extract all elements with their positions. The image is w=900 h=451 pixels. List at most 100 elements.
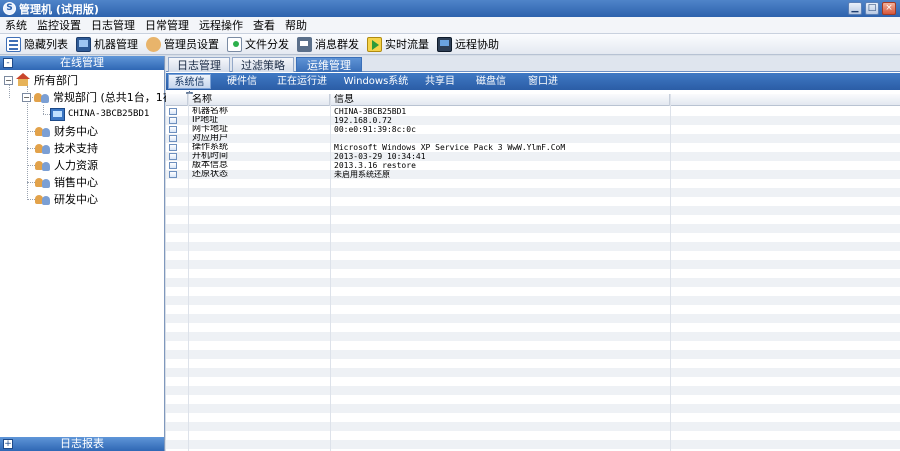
remote-assist-label: 远程协助 [455, 38, 499, 51]
table-row[interactable]: 还原状态 未启用系统还原 [166, 170, 900, 179]
tree-node-tech-support[interactable]: 技术支持 [35, 140, 98, 156]
row-selector-icon[interactable] [169, 126, 177, 133]
group-icon [35, 159, 51, 172]
table-row[interactable]: 网卡地址 00:e0:91:39:8c:0c [166, 125, 900, 134]
table-row[interactable]: IP地址 192.168.0.72 [166, 116, 900, 125]
file-distribution-button[interactable]: 文件分发 [225, 35, 295, 54]
group-icon [35, 176, 51, 189]
cell-name: 开机时间 [192, 152, 229, 161]
table-row[interactable]: 操作系统 Microsoft Windows XP Service Pack 3 … [166, 143, 900, 152]
department-tree: − 所有部门 − 常规部门 (总共1台，1在线) CHINA-3BCB25BD1… [0, 70, 189, 436]
empty-row [166, 368, 900, 377]
online-management-title: 在线管理 [60, 56, 104, 69]
menu-monitor-settings[interactable]: 监控设置 [32, 17, 86, 34]
sub-tab-bar: 系统信息 硬件信息 正在运行进程 Windows系统服务 共享目录 磁盘信息 窗… [166, 73, 900, 103]
collapse-icon[interactable]: - [3, 58, 13, 68]
table-row[interactable]: 开机时间 2013-03-29 10:34:41 [166, 152, 900, 161]
window-title: 管理机 (试用版) [19, 2, 99, 16]
tab-filter-policy[interactable]: 过滤策略 [232, 57, 294, 72]
left-panel: - 在线管理 − 所有部门 − 常规部门 (总共1台，1在线) CHINA-3B… [0, 56, 189, 451]
file-distribution-label: 文件分发 [245, 38, 289, 51]
subtab-shared-folders[interactable]: 共享目录 [419, 74, 461, 102]
row-selector-icon[interactable] [169, 135, 177, 142]
tree-label-root: 所有部门 [34, 74, 78, 87]
group-icon [35, 125, 51, 138]
subtab-running-processes[interactable]: 正在运行进程 [272, 74, 332, 102]
table-row[interactable]: 机器名称 CHINA-3BCB25BD1 [166, 107, 900, 116]
close-icon[interactable]: × [882, 2, 896, 15]
empty-row [166, 296, 900, 305]
menu-log-management[interactable]: 日志管理 [86, 17, 140, 34]
grid-header-name[interactable]: 名称 [188, 94, 330, 106]
subtab-disk-info[interactable]: 磁盘信息 [470, 74, 512, 102]
cell-info: 2013.3.16 restore [334, 161, 416, 170]
maximize-icon[interactable]: □ [865, 2, 879, 15]
cell-name: 还原状态 [192, 170, 229, 179]
broadcast-message-label: 消息群发 [315, 38, 359, 51]
row-selector-icon[interactable] [169, 108, 177, 115]
monitor-icon [76, 36, 91, 52]
table-row[interactable]: 对应用户 [166, 134, 900, 143]
tree-label-machine: CHINA-3BCB25BD1 [68, 109, 150, 119]
menu-remote-operation[interactable]: 远程操作 [194, 17, 248, 34]
table-row[interactable]: 版本信息 2013.3.16 restore [166, 161, 900, 170]
empty-row [166, 233, 900, 242]
row-selector-icon[interactable] [169, 153, 177, 160]
cell-info: 未启用系统还原 [334, 170, 390, 179]
tree-node-sales[interactable]: 销售中心 [35, 174, 98, 190]
empty-row [166, 386, 900, 395]
empty-row [166, 224, 900, 233]
grid-header-info[interactable]: 信息 [330, 94, 670, 106]
empty-row [166, 413, 900, 422]
remote-assist-button[interactable]: 远程协助 [435, 35, 505, 54]
row-selector-icon[interactable] [169, 171, 177, 178]
row-selector-icon[interactable] [169, 144, 177, 151]
hide-list-label: 隐藏列表 [24, 38, 68, 51]
machine-management-button[interactable]: 机器管理 [74, 35, 144, 54]
empty-row [166, 422, 900, 431]
expand-icon[interactable]: + [3, 439, 13, 449]
empty-row [166, 404, 900, 413]
collapse-node-icon[interactable]: − [22, 92, 31, 102]
tree-node-all-departments[interactable]: − 所有部门 [4, 72, 78, 88]
log-report-header[interactable]: + 日志报表 [0, 437, 164, 451]
empty-row [166, 278, 900, 287]
tree-node-finance[interactable]: 财务中心 [35, 123, 98, 139]
tree-label-hr: 人力资源 [54, 159, 98, 172]
collapse-node-icon[interactable]: − [4, 75, 13, 85]
subtab-window-processes[interactable]: 窗口进程 [522, 74, 564, 102]
empty-row [166, 395, 900, 404]
cell-name: 网卡地址 [192, 125, 229, 134]
home-icon [16, 73, 31, 87]
menu-daily-management[interactable]: 日常管理 [140, 17, 194, 34]
tab-log-management[interactable]: 日志管理 [168, 57, 230, 72]
hide-list-button[interactable]: 隐藏列表 [4, 35, 74, 54]
column-divider [330, 94, 331, 451]
row-selector-icon[interactable] [169, 162, 177, 169]
menu-view[interactable]: 查看 [248, 17, 280, 34]
menu-system[interactable]: 系统 [0, 17, 32, 34]
tab-ops-management[interactable]: 运维管理 [296, 57, 362, 72]
admin-settings-button[interactable]: 管理员设置 [144, 35, 225, 54]
empty-row [166, 206, 900, 215]
cell-info: Microsoft Windows XP Service Pack 3 WwW.… [334, 143, 566, 152]
empty-row [166, 242, 900, 251]
tree-node-hr[interactable]: 人力资源 [35, 157, 98, 173]
system-info-grid: 名称 信息 机器名称 CHINA-3BCB25BD1 IP地址 192.168.0.7… [166, 94, 900, 451]
subtab-system-info[interactable]: 系统信息 [168, 74, 211, 103]
main-tab-bar: 日志管理 过滤策略 运维管理 [166, 56, 900, 72]
subtab-hardware-info[interactable]: 硬件信息 [221, 74, 263, 102]
message-icon [297, 36, 312, 52]
broadcast-message-button[interactable]: 消息群发 [295, 35, 365, 54]
minimize-icon[interactable]: ▁ [848, 2, 862, 15]
online-management-header[interactable]: - 在线管理 [0, 56, 164, 70]
realtime-traffic-button[interactable]: 实时流量 [365, 35, 435, 54]
subtab-windows-services[interactable]: Windows系统服务 [340, 74, 412, 102]
empty-row [166, 359, 900, 368]
tree-node-rnd[interactable]: 研发中心 [35, 191, 98, 207]
menu-help[interactable]: 帮助 [280, 17, 312, 34]
tree-node-machine[interactable]: CHINA-3BCB25BD1 [50, 106, 149, 122]
tree-node-general-dept[interactable]: − 常规部门 (总共1台，1在线) [22, 89, 189, 105]
title-bar: S 管理机 (试用版) ▁ □ × [0, 0, 900, 17]
row-selector-icon[interactable] [169, 117, 177, 124]
